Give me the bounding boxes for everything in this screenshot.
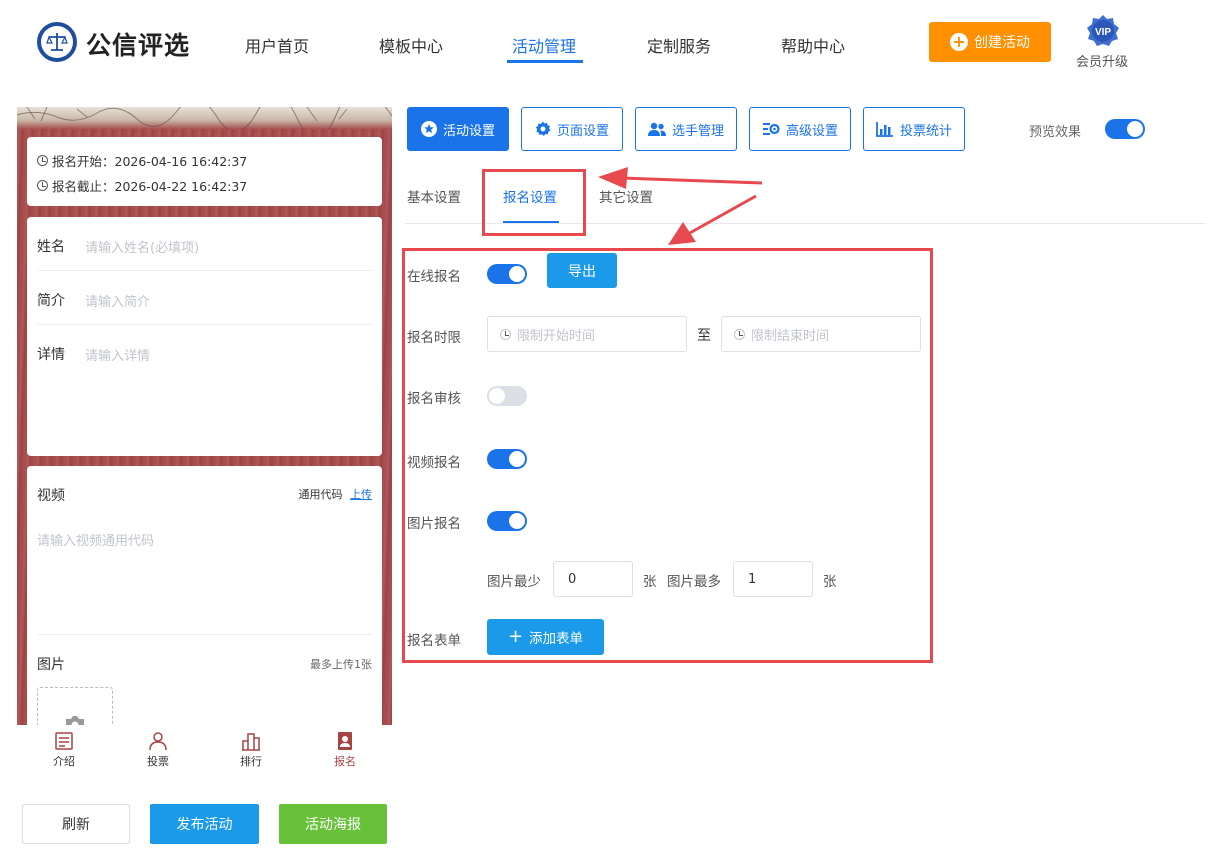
signup-end-text: 报名截止：2026-04-22 16:42:37: [52, 179, 248, 194]
detail-label: 详情: [37, 347, 65, 363]
document-icon: [55, 732, 73, 750]
intro-label: 简介: [37, 293, 65, 309]
video-code-label: 通用代码: [298, 488, 343, 501]
preview-effect-toggle[interactable]: [1105, 119, 1145, 139]
clock-icon: [37, 155, 48, 166]
camera-icon: [66, 716, 84, 725]
image-label: 图片: [37, 657, 65, 673]
vote-statistics-label: 投票统计: [899, 123, 952, 139]
signup-start-text: 报名开始：2026-04-16 16:42:37: [52, 154, 248, 169]
mobile-preview: 报名开始：2026-04-16 16:42:37 报名截止：2026-04-22…: [17, 107, 392, 725]
activity-settings-button[interactable]: 活动设置: [407, 107, 509, 151]
tab-basic-settings[interactable]: 基本设置: [407, 186, 461, 206]
bar-chart-icon: [876, 122, 893, 137]
signup-time-card: 报名开始：2026-04-16 16:42:37 报名截止：2026-04-22…: [27, 137, 382, 206]
page-settings-button[interactable]: 页面设置: [521, 107, 623, 151]
contestant-management-button[interactable]: 选手管理: [635, 107, 737, 151]
activity-settings-label: 活动设置: [442, 123, 495, 139]
signup-icon: [338, 732, 352, 750]
nav-active-indicator: [507, 60, 583, 63]
signup-end-row: 报名截止：2026-04-22 16:42:37: [37, 176, 247, 195]
activity-poster-button[interactable]: 活动海报: [279, 804, 387, 844]
nav-home[interactable]: 用户首页: [245, 33, 309, 57]
plus-circle-icon: +: [950, 33, 968, 51]
vote-statistics-button[interactable]: 投票统计: [863, 107, 965, 151]
nav-activity-management[interactable]: 活动管理: [512, 33, 576, 57]
vip-upgrade-label[interactable]: 会员升级: [1076, 51, 1128, 70]
ranking-icon: [242, 733, 260, 751]
nav-templates[interactable]: 模板中心: [379, 33, 443, 57]
users-icon: [647, 122, 666, 136]
sliders-gear-icon: [762, 123, 780, 135]
tab-vote[interactable]: 投票: [128, 731, 188, 769]
detail-input[interactable]: 请输入详情: [85, 345, 150, 364]
preview-effect-label: 预览效果: [1029, 125, 1082, 140]
tab-signup[interactable]: 报名: [315, 731, 375, 769]
tab-other-settings[interactable]: 其它设置: [599, 186, 653, 206]
user-icon: [149, 732, 167, 751]
intro-input[interactable]: 请输入简介: [85, 291, 150, 310]
star-circle-icon: [420, 121, 437, 137]
logo-icon[interactable]: [37, 22, 77, 62]
tab-ranking-label: 排行: [240, 755, 262, 768]
tab-intro-label: 介绍: [53, 755, 75, 768]
clock-icon: [37, 180, 48, 191]
preview-banner: [17, 107, 392, 129]
annotation-highlight-form: [402, 248, 933, 663]
top-header: 公信评选 用户首页 模板中心 活动管理 定制服务 帮助中心 + 创建活动 VIP…: [0, 0, 1213, 86]
video-label: 视频: [37, 488, 65, 504]
gear-icon: [535, 121, 551, 136]
divider: [37, 270, 372, 271]
signup-start-row: 报名开始：2026-04-16 16:42:37: [37, 151, 247, 170]
page-settings-label: 页面设置: [556, 123, 609, 139]
tab-vote-label: 投票: [147, 755, 169, 768]
video-code-input[interactable]: 请输入视频通用代码: [37, 530, 154, 549]
contestant-management-label: 选手管理: [671, 123, 724, 139]
annotation-highlight-tab: [482, 169, 586, 236]
publish-activity-button[interactable]: 发布活动: [150, 804, 259, 844]
create-activity-button[interactable]: + 创建活动: [929, 22, 1051, 62]
vip-badge-icon[interactable]: VIP: [1086, 14, 1120, 48]
divider: [37, 324, 372, 325]
preview-tabbar: 介绍 投票 排行 报名: [17, 725, 392, 777]
nav-custom-service[interactable]: 定制服务: [647, 33, 711, 57]
media-card: 视频 通用代码 上传 请输入视频通用代码 图片 最多上传1张: [27, 466, 382, 725]
divider: [37, 634, 372, 635]
signup-fields-card: 姓名 请输入姓名(必填项) 简介 请输入简介 详情 请输入详情: [27, 217, 382, 456]
video-code-row: 通用代码 上传: [299, 486, 373, 502]
brand-name[interactable]: 公信评选: [86, 26, 190, 62]
create-activity-label: 创建活动: [974, 35, 1030, 51]
name-label: 姓名: [37, 239, 65, 255]
image-upload-box[interactable]: [37, 687, 113, 725]
refresh-button[interactable]: 刷新: [22, 804, 130, 844]
nav-help-center[interactable]: 帮助中心: [781, 33, 845, 57]
image-limit-hint: 最多上传1张: [310, 658, 372, 671]
video-upload-link[interactable]: 上传: [350, 488, 372, 501]
advanced-settings-button[interactable]: 高级设置: [749, 107, 851, 151]
svg-text:VIP: VIP: [1095, 27, 1111, 38]
tab-signup-label: 报名: [334, 755, 356, 768]
tab-ranking[interactable]: 排行: [221, 731, 281, 769]
advanced-settings-label: 高级设置: [785, 123, 838, 139]
tab-intro[interactable]: 介绍: [34, 731, 94, 769]
name-input[interactable]: 请输入姓名(必填项): [85, 237, 199, 256]
